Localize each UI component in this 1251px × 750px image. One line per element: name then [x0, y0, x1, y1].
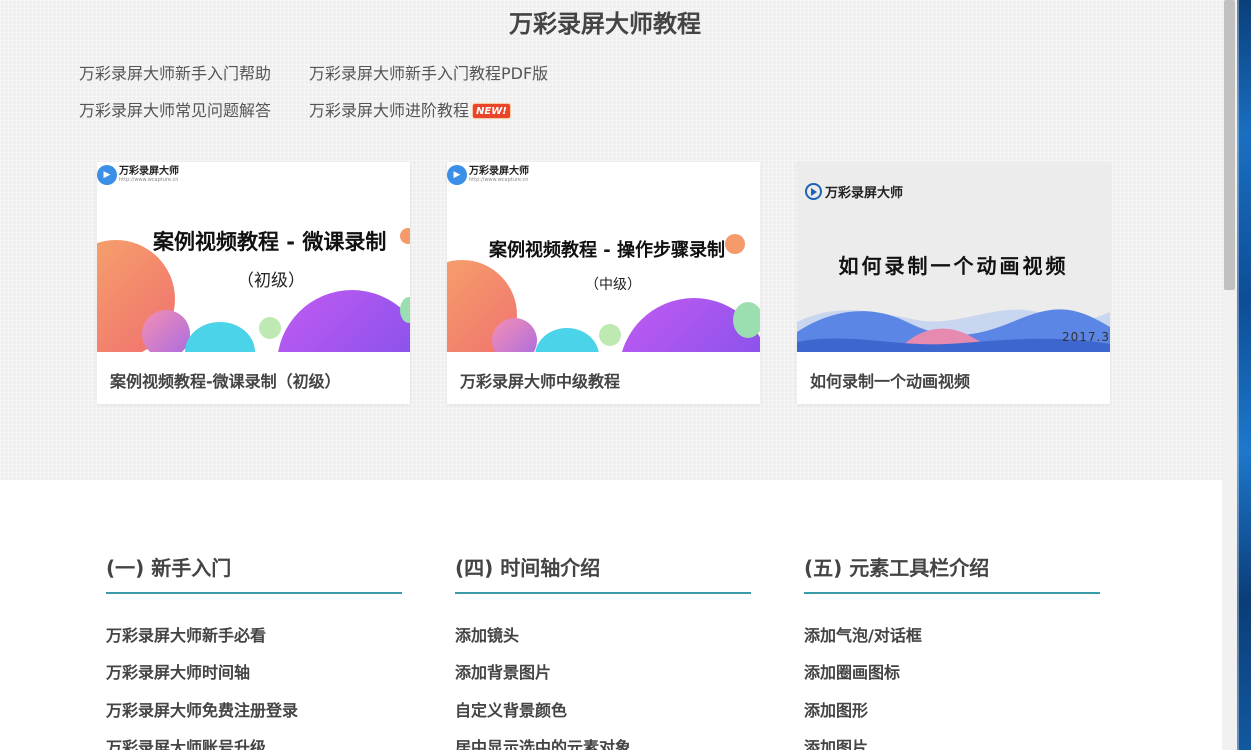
- section-link[interactable]: 添加气泡/对话框: [804, 622, 922, 646]
- advanced-tutorial-link[interactable]: 万彩录屏大师进阶教程 NEW!: [309, 97, 511, 121]
- thumb-brand-name: 万彩录屏大师: [825, 186, 904, 201]
- thumb-brand-url: http://www.wcapture.cn: [469, 177, 529, 183]
- decor-blob: [725, 234, 745, 254]
- tutorial-header-section: 万彩录屏大师教程 万彩录屏大师新手入门帮助 万彩录屏大师新手入门教程PDF版 万…: [0, 0, 1222, 480]
- decor-blob: [733, 302, 760, 338]
- section-divider: [455, 592, 751, 594]
- play-logo-icon: [805, 183, 822, 200]
- thumb-brand: ▶ 万彩录屏大师 http://www.wcapture.cn: [447, 165, 529, 185]
- new-badge: NEW!: [472, 103, 511, 119]
- decor-blob: [142, 310, 190, 352]
- section-divider: [106, 592, 402, 594]
- faq-link[interactable]: 万彩录屏大师常见问题解答: [79, 97, 271, 121]
- thumb-subtitle: （初级）: [237, 271, 305, 291]
- beginner-pdf-link[interactable]: 万彩录屏大师新手入门教程PDF版: [309, 60, 548, 84]
- section-element-toolbar: (五) 元素工具栏介绍 添加气泡/对话框 添加圈画图标 添加图形 添加图片: [804, 552, 1100, 750]
- thumb-title: 如何录制一个动画视频: [838, 254, 1069, 278]
- section-link[interactable]: 万彩录屏大师时间轴: [106, 659, 250, 683]
- vertical-scrollbar[interactable]: [1222, 0, 1237, 750]
- thumb-brand: ▶ 万彩录屏大师 http://www.wcapture.cn: [97, 165, 179, 185]
- thumb-title: 案例视频教程 - 微课录制: [153, 230, 387, 254]
- section-timeline: (四) 时间轴介绍 添加镜头 添加背景图片 自定义背景颜色 居中显示选中的元素对…: [455, 552, 751, 750]
- advanced-tutorial-label: 万彩录屏大师进阶教程: [309, 101, 470, 120]
- card-thumbnail: 万彩录屏大师 如何录制一个动画视频 2017.3: [797, 162, 1110, 352]
- tutorial-card-2[interactable]: ▶ 万彩录屏大师 http://www.wcapture.cn 案例视频教程 -…: [447, 162, 760, 404]
- section-link[interactable]: 添加图形: [804, 697, 868, 721]
- thumb-brand-name: 万彩录屏大师: [469, 166, 529, 177]
- beginner-help-link[interactable]: 万彩录屏大师新手入门帮助: [79, 60, 271, 84]
- tutorial-card-1[interactable]: ▶ 万彩录屏大师 http://www.wcapture.cn 案例视频教程 -…: [97, 162, 410, 404]
- section-link[interactable]: 添加图片: [804, 734, 868, 750]
- decor-blob: [277, 290, 410, 352]
- camera-logo-icon: ▶: [447, 165, 467, 185]
- card-thumbnail: ▶ 万彩录屏大师 http://www.wcapture.cn 案例视频教程 -…: [447, 162, 760, 352]
- page-title: 万彩录屏大师教程: [509, 10, 701, 38]
- scrollbar-thumb[interactable]: [1224, 0, 1235, 290]
- decor-blob: [535, 328, 599, 352]
- thumb-subtitle: （中级）: [585, 277, 641, 293]
- decor-blob: [599, 324, 621, 346]
- tutorial-card-3[interactable]: 万彩录屏大师 如何录制一个动画视频 2017.3 如何录制一个动画视频: [797, 162, 1110, 404]
- section-link[interactable]: 万彩录屏大师账号升级: [106, 734, 266, 750]
- section-link[interactable]: 添加圈画图标: [804, 659, 900, 683]
- card-caption: 万彩录屏大师中级教程: [460, 372, 621, 391]
- thumb-title: 案例视频教程 - 操作步骤录制: [489, 240, 726, 261]
- card-thumbnail: ▶ 万彩录屏大师 http://www.wcapture.cn 案例视频教程 -…: [97, 162, 410, 352]
- section-link[interactable]: 添加背景图片: [455, 659, 551, 683]
- section-divider: [804, 592, 1100, 594]
- section-heading: (五) 元素工具栏介绍: [804, 556, 990, 580]
- thumb-brand: 万彩录屏大师: [805, 182, 903, 201]
- card-caption: 案例视频教程-微课录制（初级）: [110, 372, 341, 391]
- section-link[interactable]: 万彩录屏大师免费注册登录: [106, 697, 298, 721]
- section-link[interactable]: 居中显示选中的元素对象: [455, 734, 631, 750]
- section-link[interactable]: 万彩录屏大师新手必看: [106, 622, 266, 646]
- decor-blob: [185, 322, 255, 352]
- card-caption: 如何录制一个动画视频: [810, 372, 971, 391]
- thumb-brand-name: 万彩录屏大师: [119, 166, 179, 177]
- desktop-background-edge: [1237, 0, 1251, 750]
- section-link[interactable]: 自定义背景颜色: [455, 697, 567, 721]
- thumb-date: 2017.3: [1062, 330, 1110, 344]
- section-link[interactable]: 添加镜头: [455, 622, 519, 646]
- decor-blob: [400, 228, 410, 244]
- decor-blob: [259, 317, 281, 339]
- thumb-brand-url: http://www.wcapture.cn: [119, 177, 179, 183]
- section-heading: (一) 新手入门: [106, 556, 232, 580]
- decor-blob: [492, 318, 537, 352]
- section-heading: (四) 时间轴介绍: [455, 556, 601, 580]
- camera-logo-icon: ▶: [97, 165, 117, 185]
- section-beginner: (一) 新手入门 万彩录屏大师新手必看 万彩录屏大师时间轴 万彩录屏大师免费注册…: [106, 552, 402, 750]
